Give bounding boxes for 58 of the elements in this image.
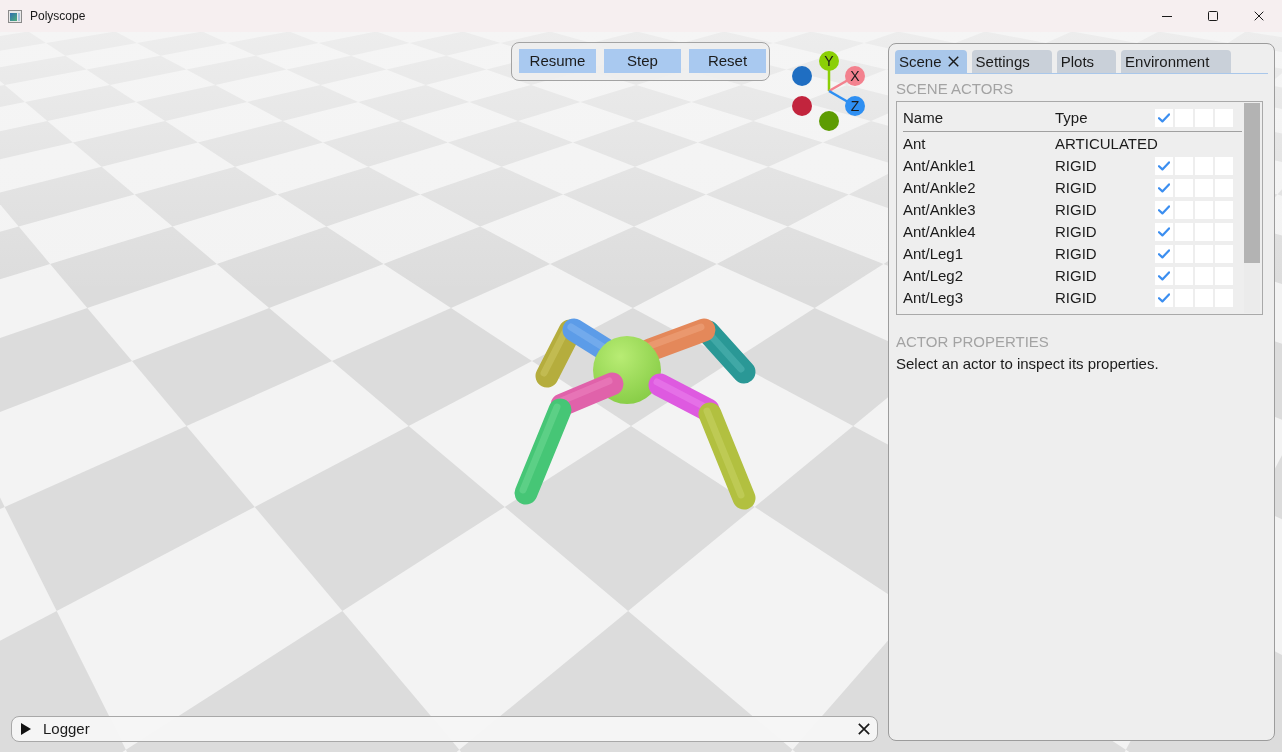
tab[interactable]: Settings	[971, 50, 1052, 73]
actor-type: RIGID	[1055, 157, 1098, 175]
checkmark-icon	[1158, 249, 1170, 259]
close-icon[interactable]	[858, 723, 870, 735]
checkmark-icon	[1158, 227, 1170, 237]
axis-handle[interactable]: X	[828, 66, 865, 93]
checkmark-icon	[1158, 205, 1170, 215]
checkmark-icon	[1158, 113, 1170, 123]
tab[interactable]: Environment	[1121, 50, 1232, 73]
toolbar-button[interactable]: Resume	[519, 49, 596, 73]
actor-name[interactable]: Ant/Ankle1	[903, 157, 1055, 175]
actor-type: RIGID	[1055, 289, 1098, 307]
checkbox[interactable]	[1155, 223, 1173, 241]
actor-name[interactable]: Ant/Leg2	[903, 267, 1055, 285]
minimize-icon[interactable]	[1162, 15, 1172, 17]
scrollbar-thumb[interactable]	[1244, 103, 1260, 263]
app-icon	[8, 9, 22, 23]
actor-name[interactable]: Ant	[903, 135, 1055, 153]
actor-name[interactable]: Ant/Ankle3	[903, 201, 1055, 219]
checkmark-icon	[1158, 183, 1170, 193]
tab[interactable]: Scene	[895, 50, 967, 73]
actor-type: RIGID	[1055, 267, 1098, 285]
actor-type: ARTICULATED	[1055, 135, 1159, 153]
checkbox[interactable]	[1155, 109, 1173, 127]
close-icon[interactable]	[947, 56, 959, 67]
section-heading: SCENE ACTORS	[896, 80, 1015, 98]
actor-name[interactable]: Ant/Ankle4	[903, 223, 1055, 241]
checkbox[interactable]	[1155, 201, 1173, 219]
checkmark-icon	[1158, 293, 1170, 303]
column-header: Name	[903, 109, 944, 127]
actor-type: RIGID	[1055, 201, 1098, 219]
axis-dot-icon[interactable]	[792, 96, 812, 116]
toolbar-button[interactable]: Step	[604, 49, 681, 73]
axis-dot-icon[interactable]	[792, 66, 812, 86]
actor-name[interactable]: Ant/Ankle2	[903, 179, 1055, 197]
hint-text: Select an actor to inspect its properties.	[896, 355, 1160, 373]
checkbox[interactable]	[1155, 267, 1173, 285]
tab[interactable]: Plots	[1056, 50, 1117, 73]
actor-name[interactable]: Ant/Leg3	[903, 289, 1055, 307]
maximize-icon[interactable]	[1208, 11, 1218, 21]
logger-title[interactable]: Logger	[43, 720, 90, 738]
checkbox[interactable]	[1155, 157, 1173, 175]
column-header: Type	[1055, 109, 1089, 127]
expand-arrow-icon[interactable]	[20, 723, 32, 735]
checkmark-icon	[1158, 271, 1170, 281]
actor-type: RIGID	[1055, 179, 1098, 197]
window-title: Polyscope	[30, 8, 86, 25]
actor-type: RIGID	[1055, 223, 1098, 241]
section-heading: ACTOR PROPERTIES	[896, 333, 1050, 351]
actor-name[interactable]: Ant/Leg1	[903, 245, 1055, 263]
close-icon[interactable]	[1254, 11, 1264, 21]
axis-dot-icon[interactable]	[819, 111, 839, 131]
checkbox[interactable]	[1155, 179, 1173, 197]
checkbox[interactable]	[1155, 289, 1173, 307]
toolbar-button[interactable]: Reset	[689, 49, 766, 73]
actor-type: RIGID	[1055, 245, 1098, 263]
checkbox[interactable]	[1155, 245, 1173, 263]
checkmark-icon	[1158, 161, 1170, 171]
